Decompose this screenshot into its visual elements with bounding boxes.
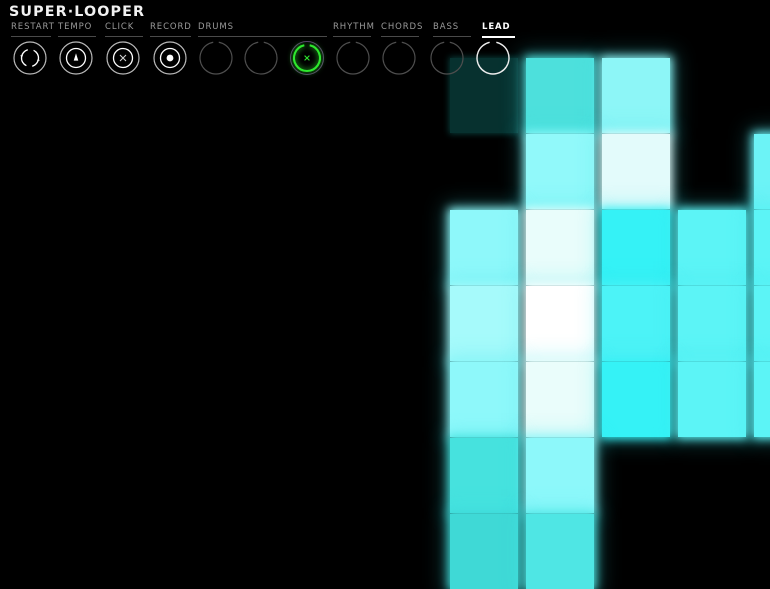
sequencer-cell[interactable] [450, 58, 518, 133]
sequencer-cell[interactable] [526, 438, 594, 513]
sequencer-cell[interactable] [678, 286, 746, 361]
sequencer-cell[interactable] [526, 134, 594, 209]
sequencer-cell[interactable] [754, 210, 770, 285]
sequencer-cell[interactable] [526, 514, 594, 589]
sequencer-cell[interactable] [754, 362, 770, 437]
sequencer-cell[interactable] [526, 362, 594, 437]
sequencer-cell[interactable] [526, 58, 594, 133]
sequencer-cell[interactable] [450, 514, 518, 589]
sequencer-cell[interactable] [450, 438, 518, 513]
sequencer-cell[interactable] [602, 362, 670, 437]
sequencer-cell[interactable] [754, 134, 770, 209]
sequencer-cell[interactable] [602, 210, 670, 285]
sequencer-cell[interactable] [526, 286, 594, 361]
sequencer-cell[interactable] [678, 210, 746, 285]
sequencer-cell[interactable] [450, 362, 518, 437]
sequencer-cell[interactable] [602, 286, 670, 361]
sequencer-cell[interactable] [450, 210, 518, 285]
sequencer-cell[interactable] [450, 286, 518, 361]
sequencer-cell[interactable] [526, 210, 594, 285]
sequencer-cell[interactable] [678, 362, 746, 437]
sequencer-cell[interactable] [602, 58, 670, 133]
sequencer-cell[interactable] [602, 134, 670, 209]
sequencer-cell[interactable] [754, 286, 770, 361]
sequencer-grid[interactable] [0, 0, 770, 589]
